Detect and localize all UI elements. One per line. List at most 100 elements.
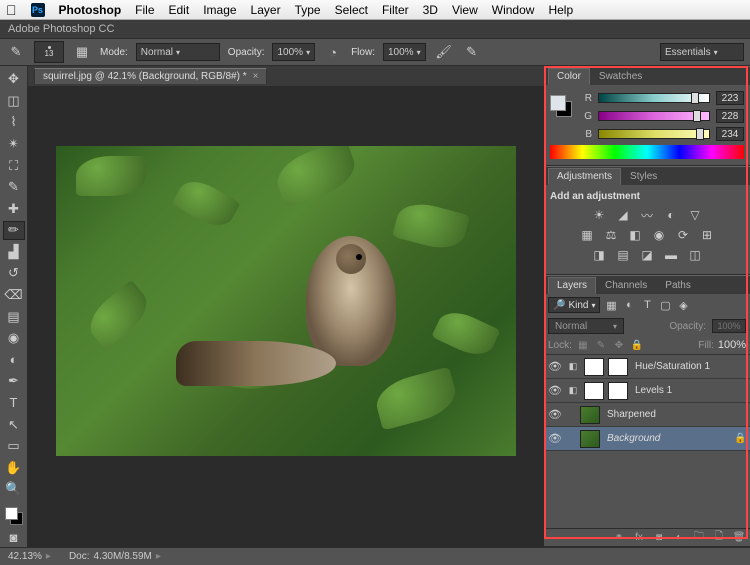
lock-position-icon[interactable]: ✥ — [612, 338, 626, 352]
pressure-size-icon[interactable]: ✎ — [462, 43, 482, 61]
healing-brush-tool[interactable]: ✚ — [3, 199, 25, 218]
visibility-icon[interactable]: 👁 — [548, 384, 562, 398]
pressure-opacity-icon[interactable]: ◔ — [323, 43, 343, 61]
layer-opacity-value[interactable]: 100% — [712, 319, 746, 333]
tab-channels[interactable]: Channels — [596, 277, 656, 294]
visibility-icon[interactable]: 👁 — [548, 360, 562, 374]
photoshop-app-icon[interactable]: Ps — [31, 3, 45, 17]
dodge-tool[interactable]: ◐ — [3, 351, 25, 370]
tool-preset-icon[interactable]: ✎ — [6, 43, 26, 61]
slider-track[interactable] — [598, 93, 710, 103]
layer-fx-icon[interactable]: fx — [632, 531, 646, 545]
quick-mask-icon[interactable]: ◙ — [3, 529, 25, 548]
layer-row[interactable]: 👁 Sharpened — [544, 403, 750, 427]
menu-image[interactable]: Image — [203, 3, 236, 17]
bw-icon[interactable]: ◧ — [627, 228, 643, 242]
workspace-select[interactable]: Essentials ▾ — [660, 43, 744, 61]
levels-icon[interactable]: ◢ — [615, 208, 631, 222]
color-slider-b[interactable]: B234 — [582, 127, 744, 141]
filter-smart-icon[interactable]: ◈ — [676, 298, 690, 312]
filter-type-icon[interactable]: T — [640, 298, 654, 312]
brush-panel-icon[interactable]: ▦ — [72, 43, 92, 61]
layer-name[interactable]: Hue/Saturation 1 — [632, 361, 746, 372]
color-lookup-icon[interactable]: ⊞ — [699, 228, 715, 242]
layer-filter-kind[interactable]: 🔎Kind▾ — [548, 297, 600, 313]
blur-tool[interactable]: ◉ — [3, 329, 25, 348]
menu-file[interactable]: File — [135, 3, 154, 17]
color-spectrum[interactable] — [550, 145, 744, 159]
airbrush-icon[interactable]: 🖌 — [434, 43, 454, 61]
layer-mask-icon[interactable]: ◙ — [652, 531, 666, 545]
pen-tool[interactable]: ✒ — [3, 372, 25, 391]
slider-value[interactable]: 234 — [716, 127, 744, 141]
new-group-icon[interactable]: 🗀 — [692, 531, 706, 545]
layer-blend-mode[interactable]: Normal▾ — [548, 318, 624, 334]
menu-layer[interactable]: Layer — [251, 3, 281, 17]
close-icon[interactable]: × — [253, 71, 259, 82]
blend-mode-select[interactable]: Normal ▾ — [136, 43, 220, 61]
menu-photoshop[interactable]: Photoshop — [59, 3, 122, 17]
color-swatches[interactable] — [3, 506, 25, 526]
history-brush-tool[interactable]: ↺ — [3, 264, 25, 283]
marquee-tool[interactable]: ◫ — [3, 92, 25, 111]
visibility-icon[interactable]: 👁 — [548, 408, 562, 422]
zoom-tool[interactable]: 🔍 — [3, 480, 25, 499]
tab-layers[interactable]: Layers — [548, 277, 596, 294]
slider-track[interactable] — [598, 129, 710, 139]
layer-name[interactable]: Levels 1 — [632, 385, 746, 396]
clip-icon[interactable]: ◧ — [566, 360, 580, 374]
brush-tool[interactable]: ✏ — [3, 221, 25, 240]
hand-tool[interactable]: ✋ — [3, 458, 25, 477]
slider-value[interactable]: 223 — [716, 91, 744, 105]
magic-wand-tool[interactable]: ✴ — [3, 135, 25, 154]
tab-styles[interactable]: Styles — [621, 168, 666, 185]
menu-filter[interactable]: Filter — [382, 3, 409, 17]
layer-row[interactable]: 👁 ◧ Hue/Saturation 1 — [544, 355, 750, 379]
layer-row[interactable]: 👁Background🔒 — [544, 427, 750, 451]
brush-preset-picker[interactable]: 13 — [34, 41, 64, 63]
vibrance-icon[interactable]: ▽ — [687, 208, 703, 222]
eyedropper-tool[interactable]: ✎ — [3, 178, 25, 197]
color-balance-icon[interactable]: ⚖ — [603, 228, 619, 242]
lasso-tool[interactable]: ⌇ — [3, 113, 25, 132]
menu-3d[interactable]: 3D — [423, 3, 438, 17]
curves-icon[interactable]: 〰 — [639, 208, 655, 222]
menu-select[interactable]: Select — [335, 3, 368, 17]
tab-color[interactable]: Color — [548, 68, 590, 85]
new-layer-icon[interactable]: 🗋 — [712, 531, 726, 545]
slider-value[interactable]: 228 — [716, 109, 744, 123]
visibility-icon[interactable]: 👁 — [548, 432, 562, 446]
tab-paths[interactable]: Paths — [656, 277, 700, 294]
tab-swatches[interactable]: Swatches — [590, 68, 651, 85]
path-select-tool[interactable]: ↖ — [3, 415, 25, 434]
color-slider-g[interactable]: G228 — [582, 109, 744, 123]
crop-tool[interactable]: ⛶ — [3, 156, 25, 175]
flow-select[interactable]: 100% ▾ — [383, 43, 426, 61]
link-layers-icon[interactable]: ⚭ — [612, 531, 626, 545]
layer-row[interactable]: 👁 ◧ Levels 1 — [544, 379, 750, 403]
posterize-icon[interactable]: ▤ — [615, 248, 631, 262]
tab-adjustments[interactable]: Adjustments — [548, 168, 621, 185]
clip-icon[interactable]: ◧ — [566, 384, 580, 398]
menu-edit[interactable]: Edit — [169, 3, 190, 17]
lock-pixels-icon[interactable]: ✎ — [594, 338, 608, 352]
lock-transparency-icon[interactable]: ▦ — [576, 338, 590, 352]
opacity-select[interactable]: 100% ▾ — [272, 43, 315, 61]
delete-layer-icon[interactable]: 🗑 — [732, 531, 746, 545]
layer-name[interactable]: Sharpened — [604, 409, 746, 420]
document-tab[interactable]: squirrel.jpg @ 42.1% (Background, RGB/8#… — [34, 68, 267, 84]
exposure-icon[interactable]: ◐ — [663, 208, 679, 222]
filter-pixel-icon[interactable]: ▦ — [604, 298, 618, 312]
slider-track[interactable] — [598, 111, 710, 121]
brightness-icon[interactable]: ☀ — [591, 208, 607, 222]
apple-icon[interactable]:  — [6, 2, 17, 18]
foreground-background-swatch[interactable] — [550, 95, 572, 117]
photo-filter-icon[interactable]: ◉ — [651, 228, 667, 242]
color-slider-r[interactable]: R223 — [582, 91, 744, 105]
zoom-level[interactable]: 42.13% ▸ — [8, 551, 51, 562]
new-adjustment-icon[interactable]: ◐ — [672, 531, 686, 545]
move-tool[interactable]: ✥ — [3, 70, 25, 89]
menu-window[interactable]: Window — [492, 3, 535, 17]
filter-shape-icon[interactable]: ▢ — [658, 298, 672, 312]
gradient-tool[interactable]: ▤ — [3, 307, 25, 326]
